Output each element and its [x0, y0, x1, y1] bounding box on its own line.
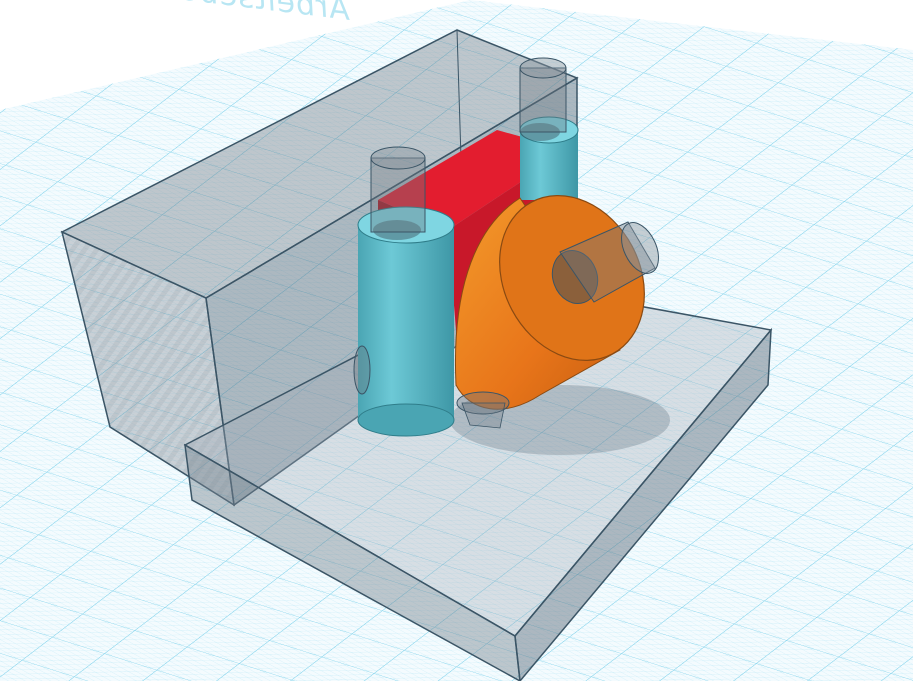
- hole-cylinder-bottom-left: [353, 345, 371, 395]
- hole-cylinder-right-top: [519, 57, 567, 79]
- workplane-label: Arbeitsebene: [139, 0, 351, 28]
- hole-cylinder-left-top: [370, 146, 426, 170]
- blue-cylinder-left-bottom: [357, 403, 455, 437]
- 3d-viewport[interactable]: Arbeitsebene: [0, 0, 913, 681]
- blue-cylinder-left-body: [358, 225, 454, 422]
